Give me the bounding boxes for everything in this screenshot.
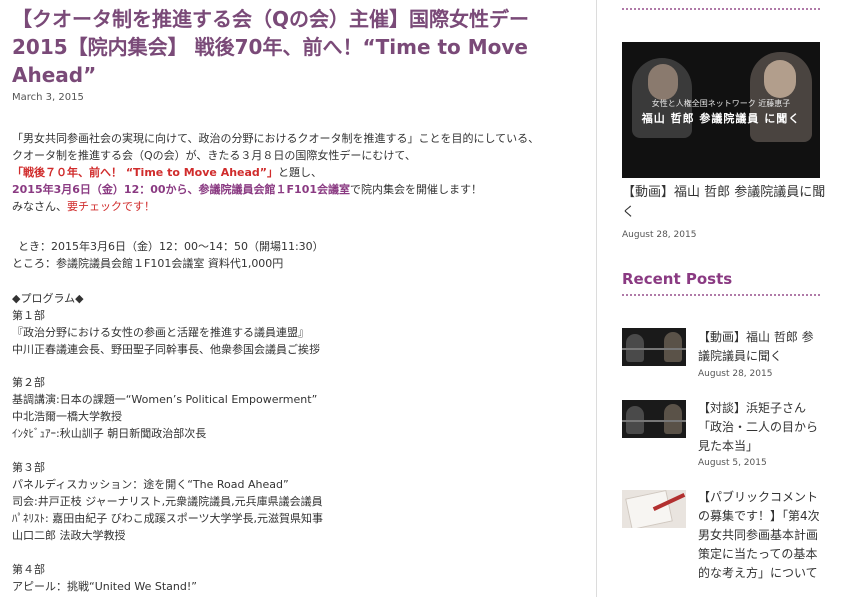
- program-part-title: 第２部: [12, 376, 45, 389]
- recent-posts-heading: Recent Posts: [622, 270, 733, 288]
- program-line: ﾊﾟﾈﾘｽﾄ: 嘉田由紀子 びわこ成蹊スポーツ大学学長,元滋賀県知事: [12, 512, 323, 525]
- intro-line: 「戦後７０年、前へ！ “Time to Move Ahead”」と題し、: [12, 166, 323, 179]
- program-line: アピール：挑戦“United We Stand!”: [12, 580, 197, 593]
- program-line: 基調講演:日本の課題一“Women’s Political Empowermen…: [12, 393, 318, 406]
- program-part-title: 第４部: [12, 563, 45, 576]
- recent-post-thumbnail[interactable]: [622, 490, 686, 528]
- recent-post-thumbnail[interactable]: [622, 328, 686, 366]
- featured-post-date: August 28, 2015: [622, 230, 697, 240]
- recent-post-link[interactable]: 【動画】福山 哲郎 参議院議員に聞く: [698, 328, 822, 366]
- program-line: 中北浩爾一橋大学教授: [12, 410, 122, 423]
- program: ◆プログラム◆ 第１部 『政治分野における女性の参画と活躍を推進する議員連盟』 …: [12, 290, 582, 358]
- intro-line: クオータ制を推進する会（Qの会）が、きたる３月８日の国際女性デーにむけて、: [12, 149, 416, 162]
- video-caption-sub: 女性と人権全国ネットワーク 近藤恵子: [651, 99, 791, 108]
- program-line: 中川正春議連会長、野田聖子同幹事長、他衆参国会議員ご挨拶: [12, 343, 320, 356]
- recent-post-link[interactable]: 【パブリックコメントの募集です！】「第4次男女共同参画基本計画策定に当たっての基…: [698, 488, 822, 583]
- recent-post-date: August 5, 2015: [698, 458, 767, 468]
- program-line: 司会:井戸正枝 ジャーナリスト,元衆議院議員,元兵庫県議会議員: [12, 495, 323, 508]
- program-heading: ◆プログラム◆: [12, 292, 84, 305]
- column-divider: [596, 0, 597, 597]
- article-date: March 3, 2015: [12, 92, 84, 103]
- program-part-2: 第２部 基調講演:日本の課題一“Women’s Political Empowe…: [12, 374, 582, 442]
- sidebar-divider: [622, 8, 820, 10]
- program-line: ｲﾝﾀﾋﾞｭｱｰ:秋山訓子 朝日新聞政治部次長: [12, 427, 207, 440]
- check-notice: 要チェックです！: [67, 200, 155, 213]
- article-intro: 「男女共同参画社会の実現に向けて、政治の分野におけるクオータ制を推進する」ことを…: [12, 130, 582, 215]
- program-line: 『政治分野における女性の参画と活躍を推進する議員連盟』: [12, 326, 309, 339]
- featured-video-thumbnail[interactable]: 女性と人権全国ネットワーク 近藤恵子 福山 哲郎 参議院議員 に聞く: [622, 42, 820, 178]
- program-part-title: 第３部: [12, 461, 45, 474]
- program-line: パネルディスカッション：途を開く“The Road Ahead”: [12, 478, 289, 491]
- event-when: とき：2015年3月6日（金）12：00〜14：50（開場11:30）: [18, 240, 324, 253]
- sidebar-divider: [622, 294, 820, 296]
- program-part-4: 第４部 アピール：挑戦“United We Stand!”: [12, 561, 582, 595]
- program-part-3: 第３部 パネルディスカッション：途を開く“The Road Ahead” 司会:…: [12, 459, 582, 544]
- intro-line: 2015年3月6日（金）12：00から、参議院議員会館１F101会議室で院内集会…: [12, 183, 483, 196]
- video-caption-main: 福山 哲郎 参議院議員 に聞く: [641, 112, 801, 125]
- event-datetime-highlight: 2015年3月6日（金）12：00から、参議院議員会館１F101会議室: [12, 183, 351, 196]
- video-person-right: [750, 52, 812, 142]
- recent-post-link[interactable]: 【対談】浜矩子さん「政治・二人の目から見た本当」: [698, 399, 822, 456]
- event-name-highlight: 「戦後７０年、前へ！ “Time to Move Ahead”」: [12, 166, 279, 179]
- intro-line: 「男女共同参画社会の実現に向けて、政治の分野におけるクオータ制を推進する」ことを…: [12, 132, 540, 145]
- article-main: 【クオータ制を推進する会（Qの会）主催】国際女性デー2015【院内集会】 戦後7…: [0, 0, 590, 597]
- program-part-title: 第１部: [12, 309, 45, 322]
- featured-post-link[interactable]: 【動画】福山 哲郎 参議院議員に聞く: [622, 183, 827, 223]
- event-where: ところ：参議院議員会館１F101会議室 資料代1,000円: [12, 257, 284, 270]
- sidebar: 女性と人権全国ネットワーク 近藤恵子 福山 哲郎 参議院議員 に聞く 【動画】福…: [610, 0, 835, 597]
- recent-post-date: August 28, 2015: [698, 369, 773, 379]
- program-line: 山口二郎 法政大学教授: [12, 529, 126, 542]
- article-title[interactable]: 【クオータ制を推進する会（Qの会）主催】国際女性デー2015【院内集会】 戦後7…: [12, 5, 572, 89]
- recent-post-thumbnail[interactable]: [622, 400, 686, 438]
- event-details: とき：2015年3月6日（金）12：00〜14：50（開場11:30） ところ：…: [12, 238, 582, 272]
- intro-line: みなさん、要チェックです！: [12, 200, 155, 213]
